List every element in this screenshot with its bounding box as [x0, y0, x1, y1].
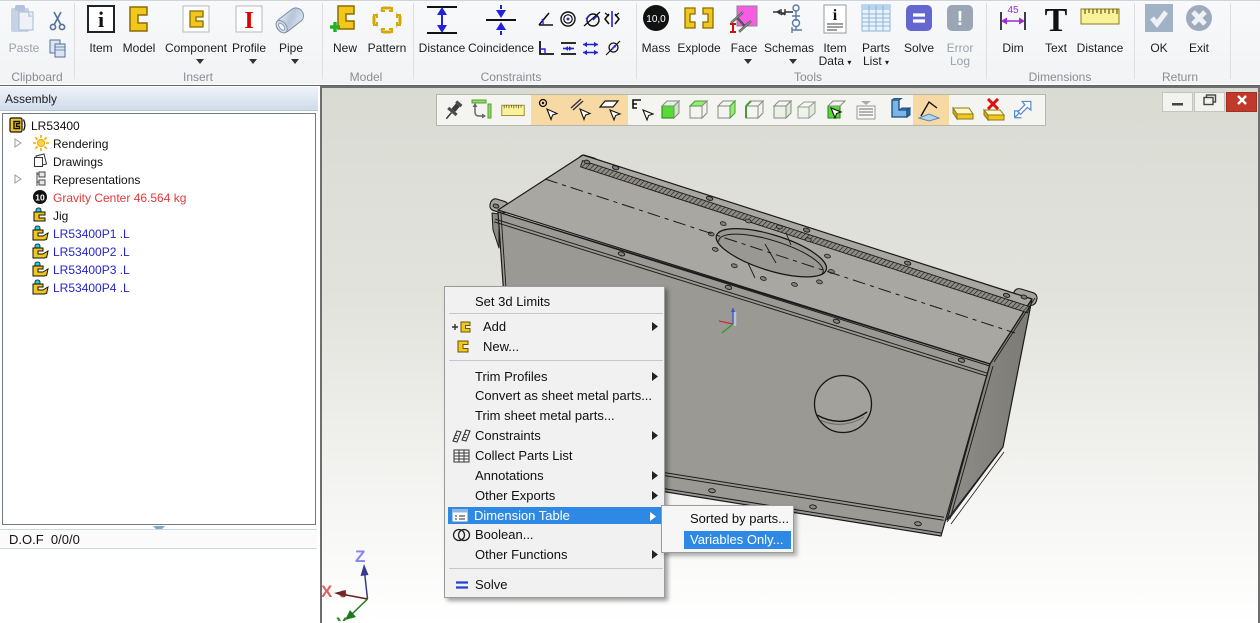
- svg-text:X: X: [322, 582, 333, 601]
- svg-text:i: i: [833, 7, 838, 24]
- svg-text:I: I: [244, 8, 253, 34]
- svg-text:45: 45: [1007, 5, 1019, 16]
- svg-text:Y: Y: [336, 614, 348, 621]
- svg-text:!: !: [957, 8, 964, 30]
- svg-text:T: T: [1045, 4, 1068, 34]
- svg-text:i: i: [98, 7, 104, 32]
- svg-text:10,0: 10,0: [646, 14, 666, 25]
- svg-text:10: 10: [35, 193, 45, 203]
- svg-text:Z: Z: [355, 547, 365, 566]
